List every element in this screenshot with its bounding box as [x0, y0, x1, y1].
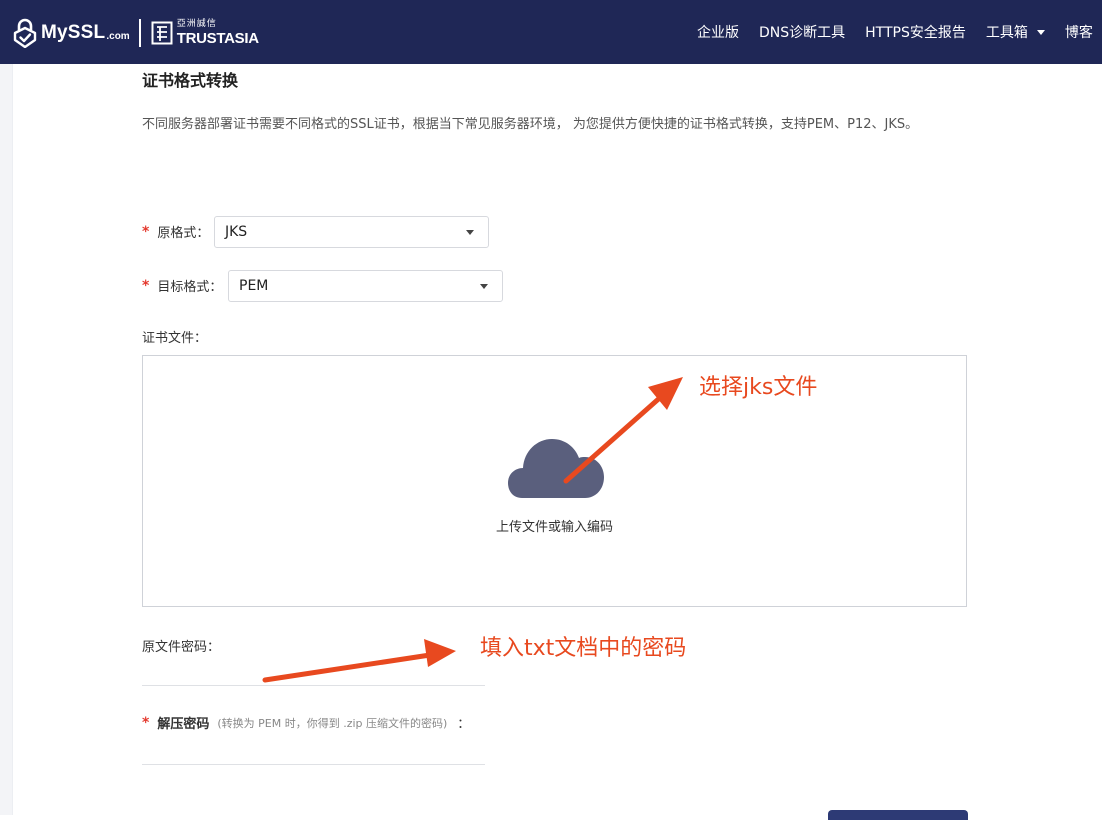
nav-menu: 企业版 DNS诊断工具 HTTPS安全报告 工具箱 博客 — [697, 0, 1102, 64]
myssl-logo[interactable]: MySSL .com 亞洲誠信 TRUSTASIA — [13, 17, 259, 49]
target-format-select[interactable]: PEM — [228, 270, 503, 302]
source-format-row: * 原格式： — [142, 222, 210, 242]
trustasia-cn: 亞洲誠信 — [176, 19, 217, 29]
nav-item-label: HTTPS安全报告 — [865, 25, 966, 41]
source-format-label: 原格式： — [157, 226, 210, 241]
trustasia-en: TRUSTASIA — [176, 30, 259, 47]
cloud-upload-icon — [508, 439, 604, 498]
page-title: 证书格式转换 — [142, 71, 239, 90]
upload-hint-text: 上传文件或输入编码 — [495, 520, 613, 535]
logo-divider — [138, 19, 141, 47]
required-mark: * — [142, 223, 150, 240]
target-format-label: 目标格式： — [157, 280, 223, 295]
lock-icon — [13, 18, 37, 48]
nav-item-label: 工具箱 — [985, 25, 1028, 41]
nav-item-blog[interactable]: 博客 — [1065, 22, 1093, 42]
left-edge-panel — [0, 64, 13, 815]
unzip-password-colon: ： — [457, 717, 471, 732]
required-mark: * — [142, 714, 150, 731]
unzip-password-label: 解压密码 — [157, 717, 210, 732]
unzip-password-hint: (转换为 PEM 时，你得到 .zip 压缩文件的密码) — [217, 716, 448, 730]
cert-file-label: 证书文件： — [142, 331, 208, 346]
source-format-value: JKS — [225, 224, 248, 240]
nav-item-https-report[interactable]: HTTPS安全报告 — [865, 22, 966, 42]
page-description: 不同服务器部署证书需要不同格式的SSL证书，根据当下常见服务器环境， 为您提供方… — [142, 117, 919, 132]
nav-item-label: 博客 — [1064, 25, 1093, 41]
cert-upload-area[interactable]: 上传文件或输入编码 — [142, 355, 967, 607]
original-password-input[interactable] — [142, 685, 485, 686]
logo-text: MySSL — [41, 22, 106, 43]
unzip-password-input[interactable] — [142, 764, 485, 765]
annotation-select-file: 选择jks文件 — [699, 375, 818, 400]
logo-suffix: .com — [106, 30, 130, 42]
arrow-to-password-field — [262, 639, 456, 683]
caret-down-icon — [480, 284, 488, 289]
caret-down-icon — [466, 230, 474, 235]
nav-item-enterprise[interactable]: 企业版 — [697, 22, 739, 42]
target-format-row: * 目标格式： — [142, 276, 223, 296]
trustasia-mark-icon — [151, 21, 173, 45]
top-navbar: MySSL .com 亞洲誠信 TRUSTASIA 企业版 DNS诊断工具 HT… — [0, 0, 1102, 64]
unzip-password-row: * 解压密码 (转换为 PEM 时，你得到 .zip 压缩文件的密码) ： — [142, 713, 471, 733]
nav-item-dns-tool[interactable]: DNS诊断工具 — [759, 22, 845, 42]
nav-item-label: DNS诊断工具 — [759, 25, 846, 41]
annotation-fill-password: 填入txt文档中的密码 — [480, 636, 687, 661]
source-format-select[interactable]: JKS — [214, 216, 489, 248]
submit-button[interactable] — [828, 810, 968, 820]
trustasia-text: 亞洲誠信 TRUSTASIA — [176, 19, 259, 47]
target-format-value: PEM — [239, 278, 269, 294]
nav-item-label: 企业版 — [697, 25, 739, 41]
original-password-label: 原文件密码： — [142, 640, 221, 655]
caret-down-icon — [1036, 29, 1045, 35]
required-mark: * — [142, 277, 150, 294]
nav-item-toolbox[interactable]: 工具箱 — [986, 22, 1045, 42]
